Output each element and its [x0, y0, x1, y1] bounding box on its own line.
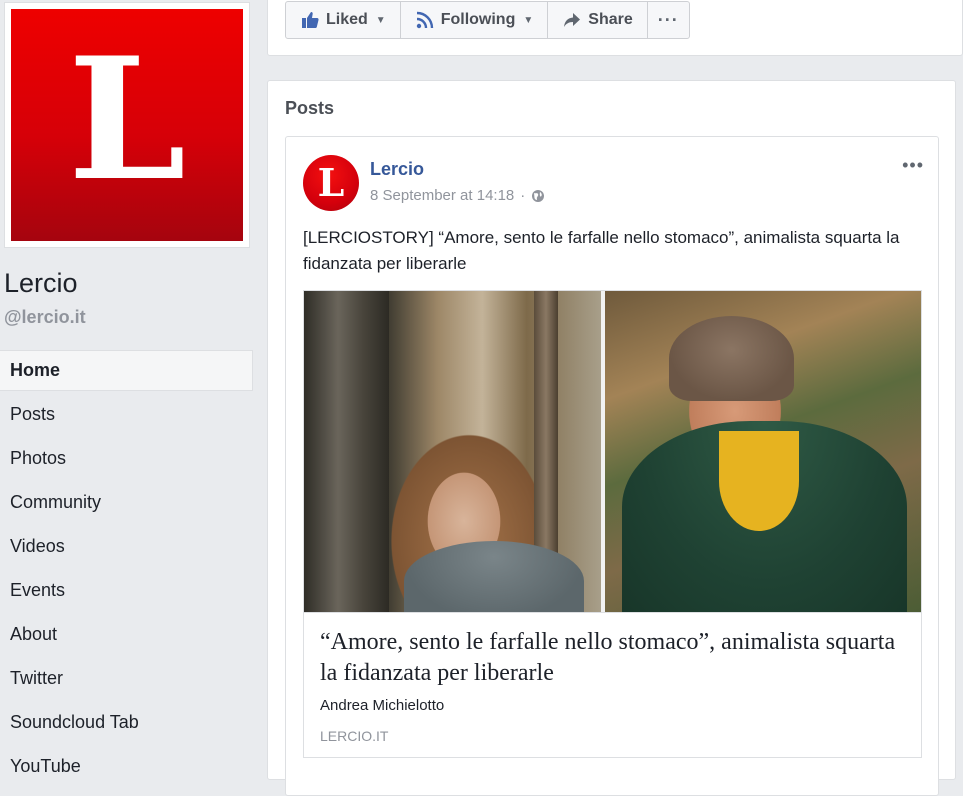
- profile-picture-frame[interactable]: L: [4, 2, 250, 248]
- link-preview-title[interactable]: “Amore, sento le farfalle nello stomaco”…: [320, 627, 910, 689]
- share-arrow-icon: [564, 13, 581, 27]
- link-preview-body[interactable]: “Amore, sento le farfalle nello stomaco”…: [304, 612, 921, 760]
- liked-label: Liked: [326, 11, 368, 28]
- meta-separator: ·: [520, 187, 526, 204]
- nav-item-community[interactable]: Community: [0, 482, 253, 526]
- more-options-button[interactable]: ···: [648, 2, 689, 38]
- post-card: L Lercio 8 September at 14:18 · ••• [LER…: [285, 136, 939, 796]
- post-author-name[interactable]: Lercio: [370, 159, 424, 180]
- sweater-shape: [404, 541, 584, 612]
- nav-item-about[interactable]: About: [0, 614, 253, 658]
- nav-item-twitter[interactable]: Twitter: [0, 658, 253, 702]
- lercio-logo: L: [317, 160, 345, 205]
- thumbs-up-icon: [302, 12, 319, 28]
- nav-item-events[interactable]: Events: [0, 570, 253, 614]
- tree-trunk-shape: [304, 291, 389, 612]
- post-text: [LERCIOSTORY] “Amore, sento le farfalle …: [303, 228, 900, 273]
- link-preview-domain: LERCIO.IT: [320, 728, 389, 744]
- nav-item-videos[interactable]: Videos: [0, 526, 253, 570]
- share-label: Share: [588, 11, 633, 28]
- globe-icon[interactable]: [531, 189, 545, 203]
- action-bar: Liked ▼ Following ▼ Share ···: [285, 1, 690, 39]
- nav-item-posts[interactable]: Posts: [0, 394, 253, 438]
- following-button[interactable]: Following ▼: [401, 2, 549, 38]
- page-name[interactable]: Lercio: [4, 268, 78, 299]
- chevron-down-icon: ▼: [523, 14, 534, 26]
- following-label: Following: [440, 11, 516, 28]
- chevron-down-icon: ▼: [375, 14, 386, 26]
- link-preview-author: Andrea Michielotto: [320, 697, 445, 714]
- page-navigation: Home Posts Photos Community Videos Event…: [0, 350, 253, 790]
- posts-section: Posts L Lercio 8 September at 14:18 · ••…: [267, 80, 956, 796]
- post-timestamp[interactable]: 8 September at 14:18: [370, 187, 514, 204]
- link-preview-image[interactable]: [304, 291, 921, 612]
- rss-feed-icon: [416, 11, 433, 29]
- liked-button[interactable]: Liked ▼: [286, 2, 401, 38]
- beanie-shape: [669, 316, 794, 401]
- posts-section-title[interactable]: Posts: [285, 98, 334, 119]
- nav-item-youtube[interactable]: YouTube: [0, 746, 253, 790]
- shirt-shape: [719, 431, 799, 531]
- page-actions-card: Liked ▼ Following ▼ Share ···: [267, 0, 963, 56]
- post-author-avatar[interactable]: L: [303, 155, 359, 211]
- nav-item-soundcloud-tab[interactable]: Soundcloud Tab: [0, 702, 253, 746]
- profile-picture[interactable]: L: [11, 9, 243, 241]
- post-options-button[interactable]: •••: [902, 155, 924, 176]
- post-meta: 8 September at 14:18 ·: [370, 187, 545, 204]
- nav-item-home[interactable]: Home: [0, 350, 253, 391]
- share-button[interactable]: Share: [548, 2, 648, 38]
- lercio-logo: L: [67, 20, 187, 218]
- page-handle[interactable]: @lercio.it: [4, 307, 86, 328]
- link-preview[interactable]: “Amore, sento le farfalle nello stomaco”…: [303, 290, 922, 758]
- nav-item-photos[interactable]: Photos: [0, 438, 253, 482]
